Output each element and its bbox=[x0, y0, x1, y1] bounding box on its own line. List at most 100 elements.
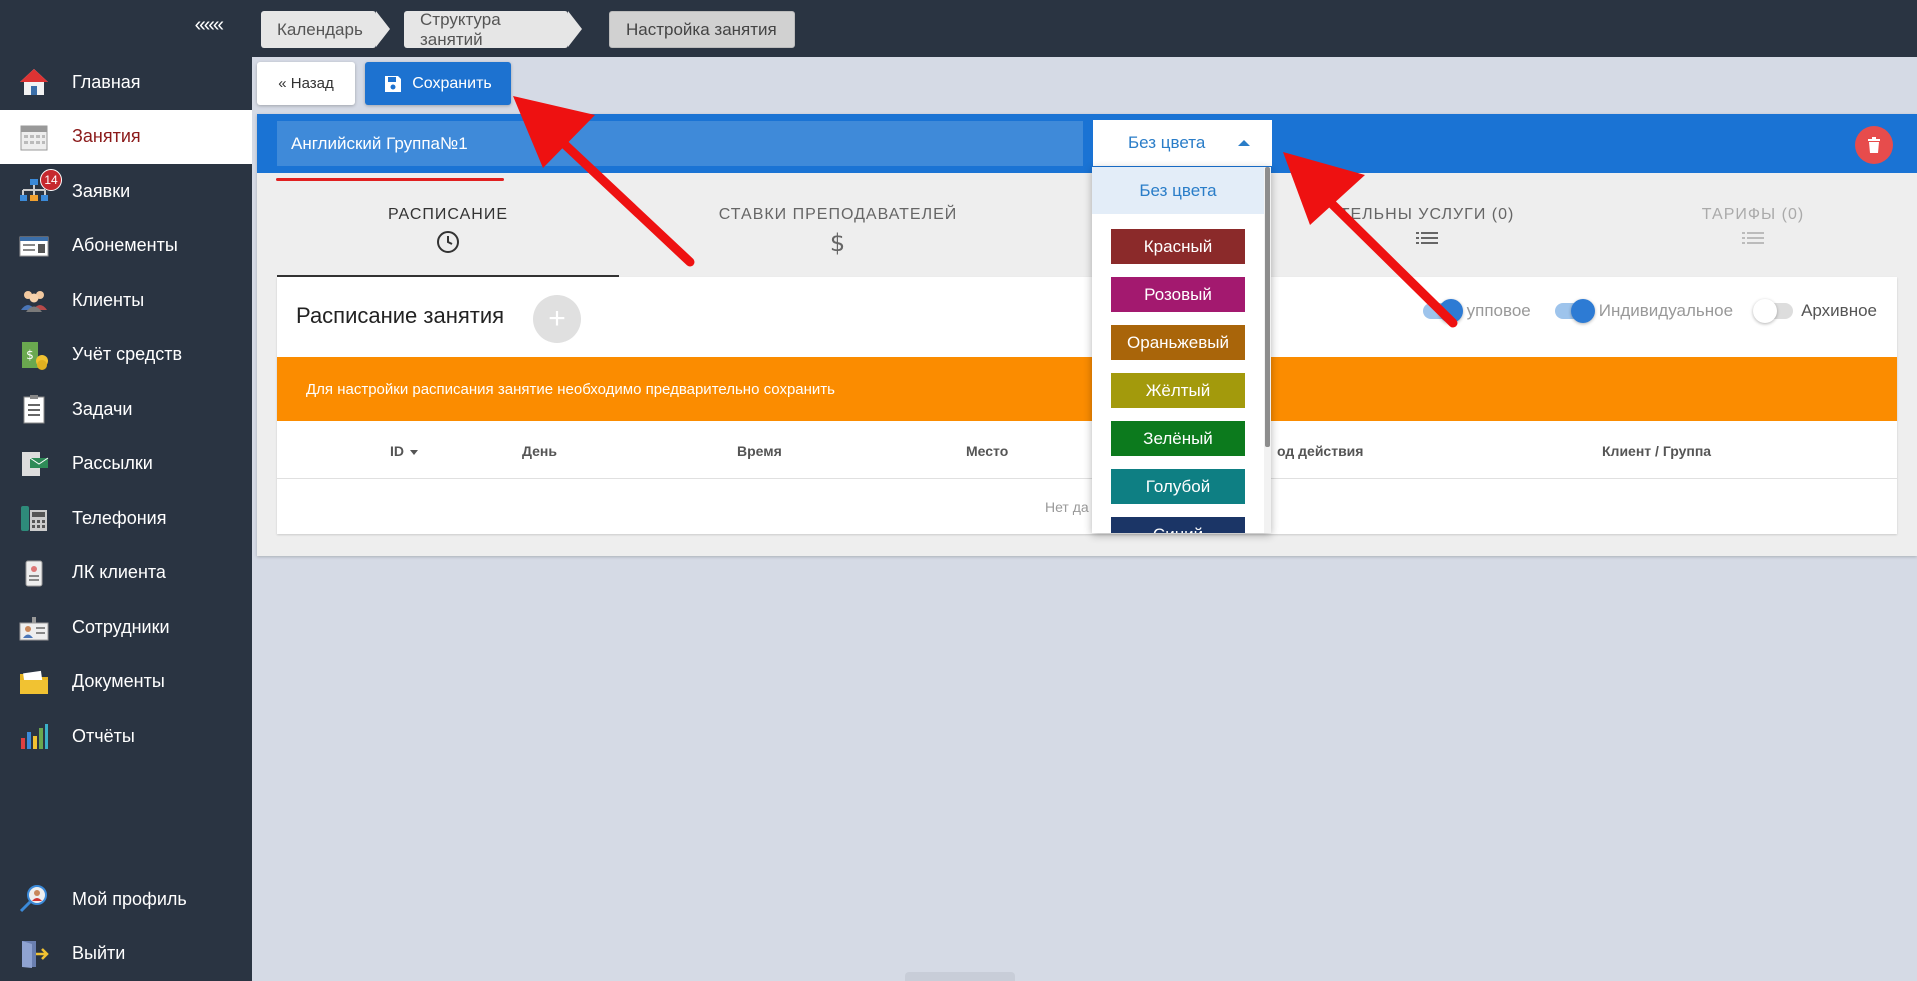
sidebar-item-tasks[interactable]: Задачи bbox=[0, 382, 252, 437]
color-option[interactable]: Зелёный bbox=[1111, 421, 1245, 456]
sidebar-nav: Главная Занятия 14 Заявки Абонементы Кли… bbox=[0, 55, 252, 764]
sidebar-bottom-nav: Мой профиль Выйти bbox=[0, 872, 252, 981]
color-option[interactable]: Ораньжевый bbox=[1111, 325, 1245, 360]
sidebar-item-reports[interactable]: Отчёты bbox=[0, 709, 252, 764]
sidebar-item-home[interactable]: Главная bbox=[0, 55, 252, 110]
delete-button[interactable] bbox=[1855, 126, 1893, 164]
sidebar-item-client-cabinet[interactable]: ЛК клиента bbox=[0, 546, 252, 601]
schedule-filters: упповое Индивидуальное Архивное bbox=[1399, 299, 1877, 323]
sidebar-item-finance[interactable]: $ Учёт средств bbox=[0, 328, 252, 383]
sidebar-item-label: Учёт средств bbox=[72, 344, 183, 365]
tab-label: РАСПИСАНИЕ bbox=[387, 206, 509, 223]
lesson-name-input[interactable]: Английский Группа№1 bbox=[277, 121, 1083, 166]
staff-icon bbox=[18, 611, 50, 643]
color-option[interactable]: Жёлтый bbox=[1111, 373, 1245, 408]
sidebar-item-label: Главная bbox=[72, 71, 141, 92]
sidebar-item-requests[interactable]: 14 Заявки bbox=[0, 164, 252, 219]
toggle-switch[interactable] bbox=[1753, 299, 1794, 323]
svg-text:$: $ bbox=[26, 348, 34, 362]
client-cabinet-icon bbox=[18, 557, 50, 589]
trash-icon bbox=[1868, 137, 1880, 153]
column-header-day: День bbox=[522, 443, 557, 459]
mailing-icon bbox=[18, 448, 50, 480]
save-required-alert: Для настройки расписания занятие необход… bbox=[277, 357, 1897, 421]
home-icon bbox=[18, 66, 50, 98]
sidebar-item-mailing[interactable]: Рассылки bbox=[0, 437, 252, 492]
breadcrumb-separator bbox=[568, 11, 582, 47]
breadcrumb-lesson-settings: Настройка занятия bbox=[609, 11, 795, 48]
color-option-none[interactable]: Без цвета bbox=[1092, 167, 1264, 214]
topbar: Календарь Структура занятий Настройка за… bbox=[252, 0, 1917, 57]
tab-label: СТАВКИ ПРЕПОДАВАТЕЛЕЙ bbox=[718, 206, 958, 223]
back-button[interactable]: « Назад bbox=[257, 62, 355, 105]
sidebar-item-label: Сотрудники bbox=[72, 616, 170, 637]
list-icon bbox=[1742, 232, 1764, 244]
requests-icon: 14 bbox=[18, 169, 62, 207]
sidebar-item-staff[interactable]: Сотрудники bbox=[0, 600, 252, 655]
tab-schedule[interactable]: РАСПИСАНИЕ bbox=[277, 173, 619, 277]
sidebar-item-label: Мой профиль bbox=[72, 888, 187, 909]
sidebar-item-label: Абонементы bbox=[72, 235, 178, 256]
sidebar: ««« Главная Занятия 14 Заявки Абонементы… bbox=[0, 0, 252, 981]
column-header-id[interactable]: ID bbox=[390, 443, 418, 459]
sort-down-icon bbox=[410, 449, 418, 455]
color-option[interactable]: Голубой bbox=[1111, 469, 1245, 504]
save-button-label: Сохранить bbox=[412, 74, 492, 92]
clock-icon bbox=[437, 231, 459, 253]
calendar-icon bbox=[18, 121, 50, 153]
sidebar-item-label: Занятия bbox=[72, 126, 141, 147]
color-option[interactable]: Синий bbox=[1111, 517, 1245, 533]
caret-up-icon bbox=[1238, 140, 1250, 146]
individual-toggle[interactable]: Индивидуальное bbox=[1554, 299, 1733, 323]
breadcrumb-separator bbox=[376, 11, 390, 47]
reports-chart-icon bbox=[18, 720, 50, 752]
sidebar-item-label: Выйти bbox=[72, 943, 126, 964]
dropdown-scrollbar[interactable] bbox=[1264, 167, 1271, 533]
sidebar-item-lessons[interactable]: Занятия bbox=[0, 109, 252, 164]
sidebar-item-documents[interactable]: Документы bbox=[0, 655, 252, 710]
archived-toggle[interactable]: Архивное bbox=[1753, 299, 1877, 323]
sidebar-item-label: ЛК клиента bbox=[72, 562, 166, 583]
toggle-label: Архивное bbox=[1801, 301, 1877, 320]
floppy-disk-icon bbox=[385, 75, 402, 92]
profile-search-icon bbox=[18, 883, 50, 915]
svg-text:$: $ bbox=[830, 230, 846, 256]
clients-icon bbox=[18, 284, 50, 316]
schedule-panel: Расписание занятия + упповое Индивидуаль… bbox=[277, 277, 1897, 534]
schedule-title: Расписание занятия bbox=[296, 303, 505, 328]
breadcrumb-lesson-structure[interactable]: Структура занятий bbox=[404, 10, 568, 49]
tab-tariffs[interactable]: ТАРИФЫ (0) bbox=[1609, 173, 1897, 277]
sidebar-item-subscriptions[interactable]: Абонементы bbox=[0, 219, 252, 274]
color-dropdown: Без цвета Красный Розовый Ораньжевый Жёл… bbox=[1092, 167, 1271, 533]
tab-teacher-rates[interactable]: СТАВКИ ПРЕПОДАВАТЕЛЕЙ $ bbox=[619, 173, 1057, 277]
sidebar-item-my-profile[interactable]: Мой профиль bbox=[0, 872, 252, 927]
sidebar-collapse-button[interactable]: ««« bbox=[195, 14, 224, 37]
column-header-client-group: Клиент / Группа bbox=[1602, 443, 1712, 459]
sidebar-item-label: Документы bbox=[72, 671, 165, 692]
sidebar-item-telephony[interactable]: Телефония bbox=[0, 491, 252, 546]
sidebar-item-label: Задачи bbox=[72, 398, 133, 419]
page-scroll-hint bbox=[905, 972, 1015, 981]
sidebar-item-logout[interactable]: Выйти bbox=[0, 927, 252, 981]
lesson-header-bar: Английский Группа№1 Без цвета bbox=[257, 114, 1917, 173]
folder-icon bbox=[18, 666, 50, 698]
tab-extra-services[interactable]: ТЕЛЬНЫ УСЛУГИ (0) bbox=[1277, 173, 1577, 277]
logout-door-icon bbox=[18, 938, 50, 970]
tasks-clipboard-icon bbox=[18, 393, 50, 425]
color-option[interactable]: Розовый bbox=[1111, 277, 1245, 312]
sidebar-item-clients[interactable]: Клиенты bbox=[0, 273, 252, 328]
save-button[interactable]: Сохранить bbox=[365, 62, 511, 105]
group-toggle[interactable]: упповое bbox=[1422, 299, 1531, 323]
add-schedule-button[interactable]: + bbox=[533, 295, 581, 343]
toggle-switch[interactable] bbox=[1422, 299, 1463, 323]
column-header-time: Время bbox=[737, 443, 782, 459]
toggle-switch[interactable] bbox=[1554, 299, 1595, 323]
money-icon: $ bbox=[18, 339, 50, 371]
color-select[interactable]: Без цвета bbox=[1093, 120, 1272, 166]
column-header-validity: од действия bbox=[1277, 443, 1364, 459]
breadcrumb-calendar[interactable]: Календарь bbox=[261, 11, 376, 48]
lesson-settings-card: Английский Группа№1 Без цвета РАСПИСАНИЕ… bbox=[257, 114, 1917, 556]
subscription-card-icon bbox=[18, 230, 50, 262]
color-option[interactable]: Красный bbox=[1111, 229, 1245, 264]
phone-icon bbox=[18, 502, 50, 534]
